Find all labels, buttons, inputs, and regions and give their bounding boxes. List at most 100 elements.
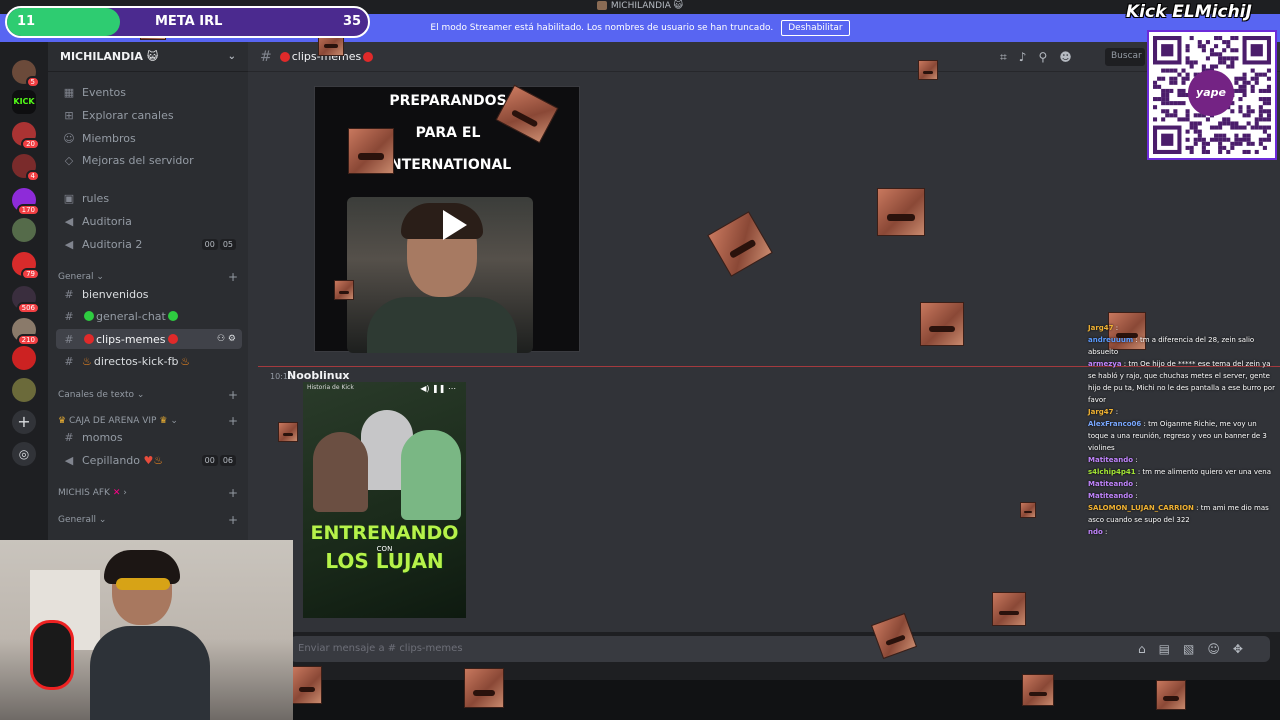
disable-streamer-button[interactable]: Deshabilitar <box>781 20 850 36</box>
fire-icon: ♨ <box>180 354 191 368</box>
red-circle-icon <box>167 334 178 344</box>
category-vip[interactable]: ♛ CAJA DE ARENA VIP ♛ ⌄ + <box>58 414 238 428</box>
server-icon-4[interactable]: 170 <box>12 188 40 216</box>
category-text[interactable]: Canales de texto ⌄ + <box>58 388 238 402</box>
zzz-icon: ✕ <box>112 488 121 498</box>
chat-message: SALOMON_LUJAN_CARRION : tm ami me dio ma… <box>1088 502 1278 526</box>
goal-target: 35 <box>343 14 362 29</box>
channel-clips-memes[interactable]: # clips-memes ⚇ ⚙ <box>56 329 242 349</box>
add-channel-icon[interactable]: + <box>228 388 238 402</box>
crown-icon: ♛ <box>58 416 67 426</box>
nav-members[interactable]: ☺ Miembros <box>56 128 242 148</box>
emote-sticker <box>1156 680 1186 710</box>
server-icon-2[interactable]: 20 <box>12 122 40 150</box>
members-icon[interactable]: ☻ <box>1059 50 1072 65</box>
message-input[interactable]: Enviar mensaje a # clips-memes <box>290 636 1270 662</box>
chevron-down-icon: ⌄ <box>96 272 104 282</box>
chat-text: : <box>1133 480 1138 488</box>
person-figure <box>401 430 461 520</box>
server-badge: 79 <box>21 268 40 280</box>
server-header[interactable]: MICHILANDIA 😺 ⌄ <box>48 42 248 72</box>
channel-label: Auditoria <box>82 214 132 228</box>
threads-icon[interactable]: ⌗ <box>1000 50 1007 65</box>
chat-text: : <box>1113 408 1119 416</box>
nav-label: Explorar canales <box>82 108 174 122</box>
chat-username: s4lchip4p41 <box>1088 468 1136 476</box>
chat-message: Matiteando : <box>1088 454 1278 466</box>
chat-message: Jarg47 : <box>1088 406 1278 418</box>
server-name: MICHILANDIA 😺 <box>60 50 159 63</box>
emote-sticker <box>992 592 1026 626</box>
emoji-icon[interactable]: ☺ <box>1207 642 1220 656</box>
stream-chat-overlay: Jarg47 : andreuuum : tm a diferencia del … <box>1088 322 1278 538</box>
streamer <box>90 550 210 720</box>
gif-icon[interactable]: ▤ <box>1159 642 1170 656</box>
story-header: Historia de Kick <box>307 384 354 391</box>
emote-sticker <box>292 666 322 704</box>
play-icon[interactable] <box>433 205 473 245</box>
category-general[interactable]: General ⌄ + <box>58 270 238 284</box>
story-controls[interactable]: ◀) ❚❚ ⋯ <box>420 384 456 393</box>
server-icon-7[interactable]: 210 <box>12 318 40 346</box>
person-shirt <box>367 297 517 353</box>
bell-icon[interactable]: ♪ <box>1019 50 1027 65</box>
emote-sticker <box>877 188 925 236</box>
server-icon-kick[interactable]: KICK <box>12 90 36 114</box>
chat-message: Jarg47 : <box>1088 322 1278 334</box>
gamepad-icon[interactable]: ✥ <box>1233 642 1243 656</box>
nav-boost[interactable]: ◇ Mejoras del servidor <box>56 150 242 170</box>
chat-username: Jarg47 <box>1088 324 1114 332</box>
add-channel-icon[interactable]: + <box>228 414 238 428</box>
channel-auditoria-2[interactable]: ◀ Auditoria 2 00 05 <box>56 234 242 254</box>
add-server-icon[interactable]: + <box>12 410 36 434</box>
channel-momos[interactable]: # momos <box>56 427 242 447</box>
emote-sticker <box>1022 674 1054 706</box>
server-icon-9[interactable] <box>12 378 36 402</box>
message-author[interactable]: Nooblinux <box>287 369 350 382</box>
pin-icon[interactable]: ⚲ <box>1038 50 1047 65</box>
server-icon-3[interactable]: 4 <box>12 154 40 182</box>
category-generall[interactable]: Generall ⌄ + <box>58 513 238 527</box>
emote-sticker <box>918 60 938 80</box>
add-channel-icon[interactable]: + <box>228 513 238 527</box>
channel-general-chat[interactable]: # general-chat <box>56 306 242 326</box>
red-circle-icon <box>84 334 94 344</box>
crown-icon: ♛ <box>159 416 168 426</box>
gift-icon[interactable]: ⌂ <box>1138 642 1146 656</box>
server-icon-6[interactable]: 506 <box>12 286 40 314</box>
add-channel-icon[interactable]: + <box>228 486 238 500</box>
chevron-down-icon: ⌄ <box>98 515 107 525</box>
kick-story-embed[interactable]: Historia de Kick ◀) ❚❚ ⋯ ENTRENANDO CON … <box>303 382 466 618</box>
sticker-icon[interactable]: ▧ <box>1183 642 1194 656</box>
channel-auditoria[interactable]: ◀ Auditoria <box>56 211 242 231</box>
hash-icon: # <box>64 332 74 346</box>
channel-label: bienvenidos <box>82 287 149 301</box>
chevron-right-icon: › <box>123 488 127 498</box>
server-icon-1[interactable]: 5 <box>12 60 40 88</box>
server-icon-8[interactable] <box>12 346 36 370</box>
chat-username: ndo <box>1088 528 1103 536</box>
streamer-brand: Kick ELMichiJ <box>1126 2 1252 22</box>
compass-icon: ⊞ <box>64 108 74 122</box>
composer-toolbar: ⌂ ▤ ▧ ☺ ✥ <box>1138 642 1243 656</box>
invite-and-settings-icons[interactable]: ⚇ ⚙ <box>217 334 236 344</box>
nav-events[interactable]: ▦ Eventos <box>56 82 242 102</box>
green-circle-icon <box>84 311 94 321</box>
server-icon-peru[interactable]: 79 <box>12 252 40 280</box>
chat-message: s4lchip4p41 : tm me alimento quiero ver … <box>1088 466 1278 478</box>
nav-explore[interactable]: ⊞ Explorar canales <box>56 105 242 125</box>
story-title: ENTRENANDO <box>310 522 459 544</box>
channel-bienvenidos[interactable]: # bienvenidos <box>56 284 242 304</box>
server-icon-5[interactable] <box>12 218 36 242</box>
channel-cepillando[interactable]: ◀ Cepillando ♥ ♨ 00 06 <box>56 450 242 470</box>
channel-directos-kick-fb[interactable]: # ♨ directos-kick-fb ♨ <box>56 351 242 371</box>
add-channel-icon[interactable]: + <box>228 270 238 284</box>
category-label: Generall <box>58 515 96 525</box>
category-label: MICHIS AFK <box>58 488 110 498</box>
channel-rules[interactable]: ▣ rules <box>56 188 242 208</box>
chat-text: : <box>1133 492 1138 500</box>
chat-text: : tm me alimento quiero ver una vena <box>1135 468 1272 476</box>
search-input[interactable]: Buscar <box>1105 48 1145 66</box>
explore-icon[interactable]: ◎ <box>12 442 36 466</box>
category-afk[interactable]: MICHIS AFK ✕ › + <box>58 486 238 500</box>
